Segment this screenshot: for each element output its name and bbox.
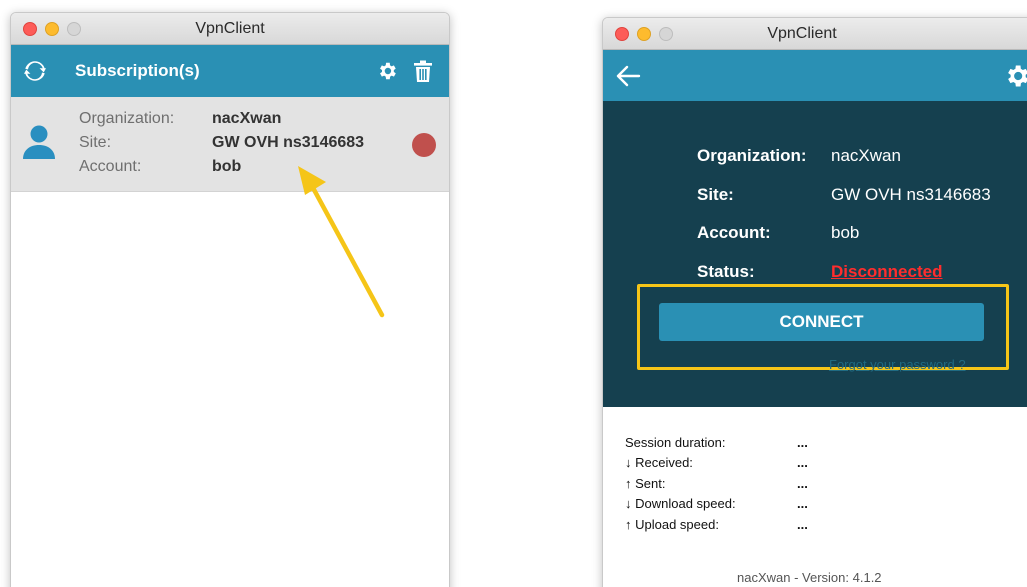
account-value: bob <box>212 158 242 175</box>
trash-icon[interactable] <box>411 59 435 83</box>
subscriptions-title: Subscription(s) <box>75 61 200 80</box>
connection-status-indicator <box>412 133 436 157</box>
window-title: VpnClient <box>195 20 265 37</box>
stat-label: ↑ Sent: <box>625 475 666 491</box>
back-arrow-icon[interactable] <box>615 63 641 89</box>
stat-row: Session duration: ... <box>625 432 808 453</box>
stat-row: ↓ Download speed: ... <box>625 494 808 515</box>
connect-button[interactable]: CONNECT <box>659 303 984 341</box>
version-text: nacXwan - Version: 4.1.2 <box>737 570 882 585</box>
site-value: GW OVH ns3146683 <box>831 184 991 204</box>
stat-value: ... <box>797 496 808 512</box>
subscription-row[interactable]: Organization: nacXwan Site: GW OVH ns314… <box>11 97 449 192</box>
screenshot-stage: VpnClient Subscription(s) Organization: … <box>0 0 1027 587</box>
stat-row: ↑ Sent: ... <box>625 473 808 494</box>
organization-value: nacXwan <box>212 110 282 127</box>
stat-value: ... <box>797 434 808 450</box>
stat-label: Session duration: <box>625 434 726 450</box>
organization-label: Organization: <box>79 110 175 127</box>
user-avatar-icon <box>23 125 55 159</box>
connection-toolbar <box>603 50 1027 101</box>
site-label: Site: <box>697 184 734 204</box>
session-stats: Session duration: ... ↓ Received: ... ↑ … <box>625 432 808 535</box>
stat-label: ↑ Upload speed: <box>625 516 719 532</box>
subscriptions-toolbar: Subscription(s) <box>11 45 449 97</box>
gear-icon[interactable] <box>375 59 399 83</box>
account-value: bob <box>831 223 860 243</box>
stat-value: ... <box>797 455 808 471</box>
site-label: Site: <box>79 134 112 151</box>
site-value: GW OVH ns3146683 <box>212 134 365 151</box>
status-value: Disconnected <box>831 261 943 281</box>
title-bar: VpnClient <box>11 13 449 45</box>
forgot-password-link[interactable]: Forgot your password ? <box>829 357 966 372</box>
title-bar: VpnClient <box>603 18 1027 50</box>
organization-value: nacXwan <box>831 146 901 166</box>
gear-icon[interactable] <box>1003 62 1027 90</box>
account-label: Account: <box>697 223 771 243</box>
refresh-icon[interactable] <box>23 59 47 83</box>
subscription-details: Organization: nacXwan Site: GW OVH ns314… <box>79 107 364 179</box>
status-label: Status: <box>697 261 755 281</box>
subscriptions-window: VpnClient Subscription(s) Organization: … <box>10 12 450 587</box>
stat-value: ... <box>797 516 808 532</box>
connection-info: Organization: nacXwan Site: GW OVH ns314… <box>697 137 991 291</box>
connection-window: VpnClient Organization: nacXwan Site: GW… <box>602 17 1027 587</box>
stat-value: ... <box>797 475 808 491</box>
window-title: VpnClient <box>767 25 837 42</box>
stat-row: ↓ Received: ... <box>625 453 808 474</box>
stat-label: ↓ Download speed: <box>625 496 736 512</box>
stat-label: ↓ Received: <box>625 455 693 471</box>
organization-label: Organization: <box>697 146 807 166</box>
account-label: Account: <box>79 158 142 175</box>
connection-panel: Organization: nacXwan Site: GW OVH ns314… <box>603 101 1027 407</box>
stat-row: ↑ Upload speed: ... <box>625 514 808 535</box>
